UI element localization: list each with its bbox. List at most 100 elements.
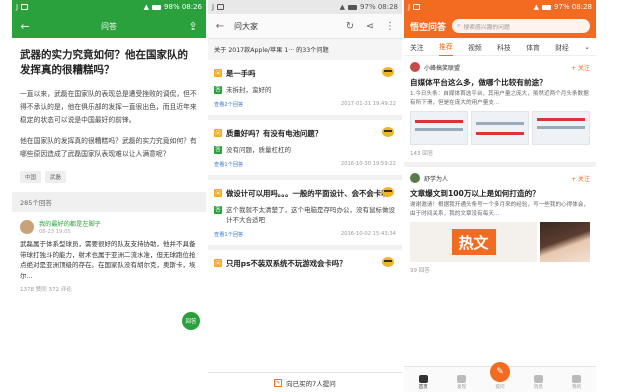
question-date: 2016-10-30 19:59:22: [340, 161, 396, 167]
post-title[interactable]: 自媒体平台这么多，做哪个比较有前途？: [410, 77, 590, 88]
feed-post[interactable]: 舒学为人 + 关注 文章爆文到100万以上是如何打造的？ 谢谢邀请！根据我开通头…: [404, 167, 596, 279]
notification-icon: [413, 4, 421, 10]
post-image[interactable]: [410, 111, 468, 145]
post-body: 1.今日头条：自媒体首选平台，其用户量之庞大，虽然近两个月头条数据有所下滑，但是…: [410, 91, 589, 106]
answer-text: 没有问题，质量杠杠的: [226, 146, 291, 154]
tag-list: 中国 武磊: [20, 171, 198, 183]
search-icon: ⌕: [457, 22, 461, 29]
question-date: 2017-01-31 19:49:22: [340, 101, 396, 107]
answer-card[interactable]: 我的最好的都是左脚子 08-23 19:05 武磊属于体系型球员，需要很好的队友…: [12, 212, 206, 293]
back-arrow-icon[interactable]: ←: [18, 20, 32, 33]
post-username[interactable]: 舒学为人: [424, 174, 448, 183]
tab-finance[interactable]: 财经: [555, 38, 569, 56]
status-left: J: [212, 3, 215, 11]
tab-video[interactable]: 视频: [468, 38, 482, 56]
ask-buyers-button[interactable]: ✎ 向已买的7人提问: [208, 372, 402, 392]
question-card[interactable]: 问质量好吗？有没有电池问题？ 答没有问题，质量杠杠的 查看1个回答 2016-10…: [208, 120, 402, 180]
home-icon: [418, 375, 428, 383]
status-bar: J ▲ 97% 08:28: [404, 0, 596, 14]
question-title: 武器的实力究竟如何？他在国家队的发挥真的很糟糕吗？: [20, 49, 188, 76]
nav-profile[interactable]: 我的: [563, 375, 591, 390]
profile-icon: [572, 375, 582, 383]
page-title: 问大家: [234, 21, 258, 31]
tab-follow[interactable]: 关注: [410, 38, 424, 56]
view-answers-link[interactable]: 查看1个回答: [214, 231, 243, 238]
tab-sports[interactable]: 体育: [526, 38, 540, 56]
nav-discover[interactable]: 发现: [448, 375, 476, 390]
phone-screen-wukong-feed: J ▲ 97% 08:28 悟空问答 ⌕ 搜索感兴趣的问题 关注 推荐 视频 科技…: [404, 0, 596, 392]
app-logo: 悟空问答: [410, 22, 447, 33]
ask-pencil-icon: ✎: [489, 362, 510, 382]
ask-buyers-label: 向已买的7人提问: [286, 379, 336, 388]
back-arrow-icon[interactable]: ←: [214, 21, 226, 32]
share-icon[interactable]: ⋖: [364, 21, 376, 32]
tabs-expand-icon[interactable]: ⌄: [584, 39, 590, 55]
discover-icon: [457, 375, 467, 383]
tag-chip[interactable]: 中国: [20, 171, 42, 183]
nav-label: 消息: [533, 385, 543, 390]
battery-icon: [348, 4, 358, 10]
answer-badge-icon: 答: [214, 146, 222, 154]
more-icon[interactable]: ⋮: [384, 21, 396, 32]
nav-ask[interactable]: ✎ 提问: [486, 362, 514, 390]
post-image[interactable]: [471, 111, 529, 145]
view-answers-link[interactable]: 查看1个回答: [214, 161, 243, 168]
question-card[interactable]: 问是一手吗 答未拆封，蛮好的 查看2个回答 2017-01-31 19:49:22: [208, 60, 402, 120]
post-image[interactable]: [532, 111, 590, 145]
post-image[interactable]: 热文: [410, 222, 537, 262]
avatar[interactable]: [410, 173, 420, 183]
post-images: 热文: [410, 222, 590, 262]
avatar[interactable]: [410, 62, 420, 72]
nav-label: 首页: [418, 385, 428, 390]
phone-screen-answer-detail: J ▲ 98% 08:26 ← 问答 ⇪ 武器的实力究竟如何？他在国家队的发挥真的…: [12, 0, 206, 392]
post-image[interactable]: [540, 222, 590, 262]
emoji-icon: [382, 257, 394, 267]
emoji-icon: [382, 67, 394, 77]
status-right: 97% 08:28: [554, 3, 592, 11]
question-title: 质量好吗？有没有电池问题？: [226, 129, 323, 138]
follow-button[interactable]: + 关注: [571, 63, 590, 72]
view-answers-link[interactable]: 查看2个回答: [214, 101, 243, 108]
emoji-icon: [382, 127, 394, 137]
follow-button[interactable]: + 关注: [571, 174, 590, 183]
notification-icon: [21, 4, 29, 10]
answer-stats: 1378 赞同 372 评论: [20, 287, 72, 293]
tab-recommend[interactable]: 推荐: [439, 37, 453, 56]
question-badge-icon: 问: [214, 259, 222, 267]
status-right: 97% 08:28: [360, 3, 398, 11]
nav-label: 我的: [572, 385, 582, 390]
search-placeholder: 搜索感兴趣的问题: [463, 24, 510, 31]
bottom-nav: 首页 发现 ✎ 提问 消息 我的: [404, 362, 596, 392]
question-badge-icon: 问: [214, 129, 222, 137]
answer-username[interactable]: 我的最好的都是左脚子: [39, 219, 101, 228]
phone-screen-ask-everyone: J ▲ 97% 08:28 ← 问大家 ↻ ⋖ ⋮ 关于 2017款Apple/苹…: [208, 0, 402, 392]
nav-messages[interactable]: 消息: [524, 375, 552, 390]
question-title: 只用ps不装双系统不玩游戏会卡吗？: [226, 259, 347, 268]
answer-fab-button[interactable]: 回答: [182, 312, 200, 330]
signal-icon: ▲: [143, 3, 150, 11]
avatar[interactable]: [20, 220, 34, 234]
post-title[interactable]: 文章爆文到100万以上是如何打造的？: [410, 188, 590, 199]
nav-home[interactable]: 首页: [409, 375, 437, 390]
post-username[interactable]: 小峰搞笑联盟: [424, 63, 460, 72]
question-card[interactable]: 问只用ps不装双系统不玩游戏会卡吗？: [208, 250, 402, 276]
status-left: J: [408, 3, 411, 11]
app-bar: ← 问大家 ↻ ⋖ ⋮: [208, 14, 402, 38]
tag-chip[interactable]: 武磊: [45, 171, 67, 183]
share-icon[interactable]: ⇪: [186, 20, 200, 33]
status-right: 98% 08:26: [164, 3, 202, 11]
question-badge-icon: 问: [214, 69, 222, 77]
search-input[interactable]: ⌕ 搜索感兴趣的问题: [452, 19, 590, 33]
product-about-bar[interactable]: 关于 2017款Apple/苹果 1··· 的33个问题: [208, 38, 402, 60]
question-card[interactable]: 问做设计可以用吗。。。一般的平面设计、会不会卡啊 答这个我就不太清楚了，这个电脑…: [208, 180, 402, 250]
category-tabs: 关注 推荐 视频 科技 体育 财经 ⌄: [404, 38, 596, 56]
post-body: 谢谢邀请！根据我开通头条号一个多月来的经验，写一些我的心得体会，由于时间关系，我…: [410, 202, 590, 217]
question-description: 一直以来，武磊在国家队的表现总是遭受挫败的调侃，但不得不承认的是，他在俱乐部的发…: [20, 90, 197, 124]
feed-post[interactable]: 小峰搞笑联盟 + 关注 自媒体平台这么多，做哪个比较有前途？ 1.今日头条：自媒…: [404, 56, 596, 167]
answer-body: 武磊属于体系型球员，需要很好的队友支持协助，他并不具备带球打独斗的能力，射术也属…: [20, 240, 196, 280]
status-bar: J ▲ 98% 08:26: [12, 0, 206, 14]
refresh-icon[interactable]: ↻: [344, 21, 356, 32]
app-bar: ← 问答 ⇪: [12, 14, 206, 38]
answer-text: 这个我就不太清楚了，这个电脑是存吗办公，没有鼠标做设计不大合适吧: [226, 206, 395, 224]
tab-tech[interactable]: 科技: [497, 38, 511, 56]
